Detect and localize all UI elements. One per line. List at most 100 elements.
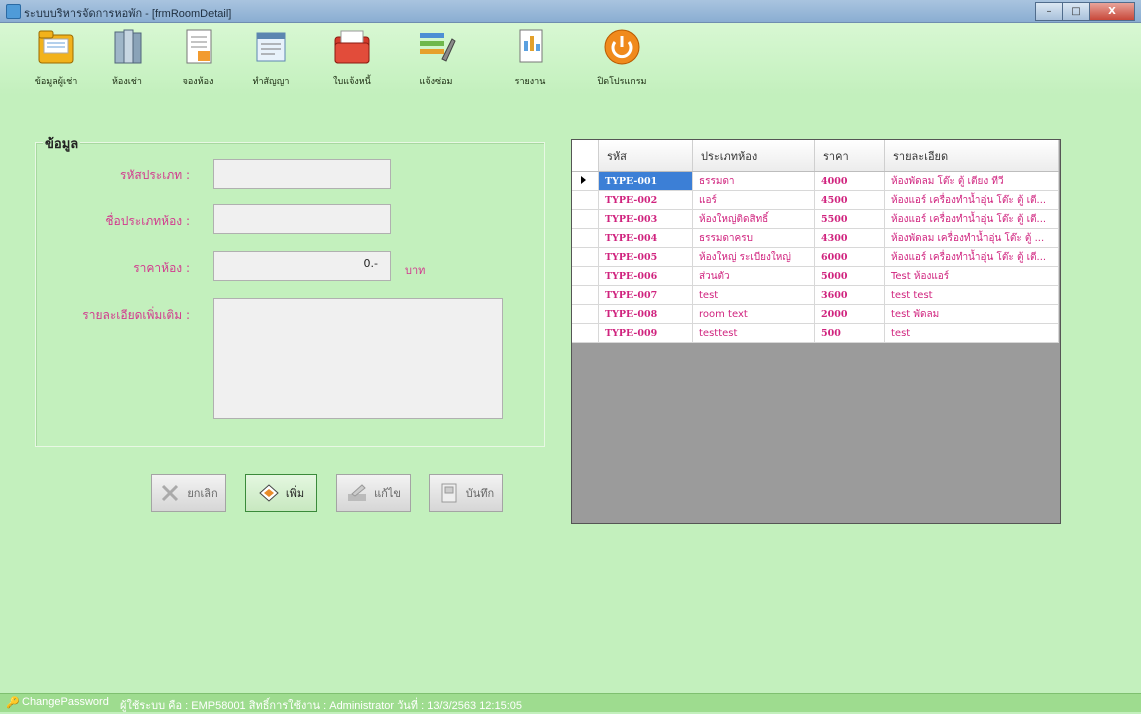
price-input[interactable]: 0.- <box>213 251 391 281</box>
cell-price[interactable]: 3600 <box>814 285 885 305</box>
toolbar-exit[interactable]: ปิดโปรแกรม <box>589 27 655 88</box>
cell-type[interactable]: room text <box>692 304 815 324</box>
cancel-button[interactable]: ยกเลิก <box>151 474 226 512</box>
detail-label: รายละเอียดเพิ่มเติม : <box>82 308 190 322</box>
type-code-label: รหัสประเภท : <box>120 168 190 182</box>
cell-type[interactable]: แอร์ <box>692 190 815 210</box>
cell-type[interactable]: testtest <box>692 323 815 343</box>
row-selector[interactable] <box>572 247 599 267</box>
cell-code[interactable]: TYPE-007 <box>598 285 693 305</box>
cell-detail[interactable]: test พัดลม <box>884 304 1059 324</box>
cell-price[interactable]: 4500 <box>814 190 885 210</box>
type-code-input[interactable] <box>213 159 391 189</box>
table-row[interactable]: TYPE-003 ห้องใหญ่ติดสิทธิ์ 5500 ห้องแอร์… <box>572 209 1059 229</box>
row-selector[interactable] <box>572 190 599 210</box>
room-type-grid[interactable]: รหัส ประเภทห้อง ราคา รายละเอียด TYPE-001… <box>571 139 1061 524</box>
cell-detail[interactable]: ห้องพัดลม เครื่องทำน้ำอุ่น โต๊ะ ตู้ ... <box>884 228 1059 248</box>
toolbar-contract[interactable]: ทำสัญญา <box>238 27 304 88</box>
column-header-detail[interactable]: รายละเอียด <box>884 140 1059 172</box>
row-selector[interactable] <box>572 304 599 324</box>
room-type-table: รหัส ประเภทห้อง ราคา รายละเอียด TYPE-001… <box>572 140 1059 343</box>
change-password-link[interactable]: ChangePassword <box>22 696 109 708</box>
toolbar-tenant-info[interactable]: ข้อมูลผู้เช่า <box>23 27 89 88</box>
edit-icon <box>346 482 368 504</box>
cell-code[interactable]: TYPE-001 <box>598 171 693 191</box>
column-header-code[interactable]: รหัส <box>598 140 693 172</box>
row-selector[interactable] <box>572 228 599 248</box>
toolbar-label: ห้องเช่า <box>112 77 142 87</box>
current-row-arrow-icon <box>581 175 586 184</box>
title-bar: ระบบบริหารจัดการหอพัก - [frmRoomDetail] … <box>0 0 1141 23</box>
invoice-folder-icon <box>332 27 372 67</box>
cell-code[interactable]: TYPE-004 <box>598 228 693 248</box>
toolbar-report[interactable]: รายงาน <box>497 27 563 88</box>
cell-detail[interactable]: ห้องแอร์ เครื่องทำน้ำอุ่น โต๊ะ ตู้ เตี..… <box>884 190 1059 210</box>
cell-price[interactable]: 4000 <box>814 171 885 191</box>
cell-detail[interactable]: ห้องแอร์ เครื่องทำน้ำอุ่น โต๊ะ ตู้ เตี..… <box>884 209 1059 229</box>
document-icon <box>178 27 218 67</box>
cell-detail[interactable]: test test <box>884 285 1059 305</box>
cell-code[interactable]: TYPE-005 <box>598 247 693 267</box>
table-row[interactable]: TYPE-004 ธรรมดาครบ 4300 ห้องพัดลม เครื่อ… <box>572 228 1059 248</box>
table-row[interactable]: TYPE-001 ธรรมดา 4000 ห้องพัดลม โต๊ะ ตู้ … <box>572 171 1059 191</box>
table-row[interactable]: TYPE-005 ห้องใหญ่ ระเบียงใหญ่ 6000 ห้องแ… <box>572 247 1059 267</box>
cell-type[interactable]: ธรรมดา <box>692 171 815 191</box>
tools-icon <box>416 27 456 67</box>
cell-detail[interactable]: ห้องแอร์ เครื่องทำน้ำอุ่น โต๊ะ ตู้ เตี..… <box>884 247 1059 267</box>
cell-price[interactable]: 6000 <box>814 247 885 267</box>
toolbar-repair[interactable]: แจ้งซ่อม <box>403 27 469 88</box>
cell-detail[interactable]: Test ห้องแอร์ <box>884 266 1059 286</box>
column-header-type[interactable]: ประเภทห้อง <box>692 140 815 172</box>
toolbar-label: ทำสัญญา <box>252 77 290 87</box>
cell-price[interactable]: 5000 <box>814 266 885 286</box>
column-header-price[interactable]: ราคา <box>814 140 885 172</box>
cell-type[interactable]: ห้องใหญ่ ระเบียงใหญ่ <box>692 247 815 267</box>
detail-textarea[interactable] <box>213 298 503 419</box>
row-selector[interactable] <box>572 323 599 343</box>
type-name-input[interactable] <box>213 204 391 234</box>
cell-detail[interactable]: test <box>884 323 1059 343</box>
price-value: 0.- <box>363 257 378 270</box>
cell-code[interactable]: TYPE-008 <box>598 304 693 324</box>
row-selector[interactable] <box>572 285 599 305</box>
cell-price[interactable]: 5500 <box>814 209 885 229</box>
toolbar-label: รายงาน <box>514 77 546 87</box>
cell-type[interactable]: ห้องใหญ่ติดสิทธิ์ <box>692 209 815 229</box>
cell-type[interactable]: ส่วนตัว <box>692 266 815 286</box>
close-button[interactable]: X <box>1089 2 1135 21</box>
row-selector[interactable] <box>572 209 599 229</box>
edit-label: แก้ไข <box>374 487 401 500</box>
cell-price[interactable]: 500 <box>814 323 885 343</box>
add-icon <box>258 482 280 504</box>
table-row[interactable]: TYPE-009 testtest 500 test <box>572 323 1059 343</box>
table-row[interactable]: TYPE-007 test 3600 test test <box>572 285 1059 305</box>
cell-code[interactable]: TYPE-006 <box>598 266 693 286</box>
cell-code[interactable]: TYPE-002 <box>598 190 693 210</box>
add-button[interactable]: เพิ่ม <box>245 474 317 512</box>
minimize-button[interactable]: – <box>1035 2 1063 21</box>
table-row[interactable]: TYPE-006 ส่วนตัว 5000 Test ห้องแอร์ <box>572 266 1059 286</box>
cell-price[interactable]: 4300 <box>814 228 885 248</box>
cell-code[interactable]: TYPE-003 <box>598 209 693 229</box>
toolbar-rooms[interactable]: ห้องเช่า <box>94 27 160 88</box>
edit-button[interactable]: แก้ไข <box>336 474 411 512</box>
cell-detail[interactable]: ห้องพัดลม โต๊ะ ตู้ เตียง ทีวี <box>884 171 1059 191</box>
table-row[interactable]: TYPE-002 แอร์ 4500 ห้องแอร์ เครื่องทำน้ำ… <box>572 190 1059 210</box>
app-icon <box>6 4 21 19</box>
cell-type[interactable]: ธรรมดาครบ <box>692 228 815 248</box>
row-selector[interactable] <box>572 266 599 286</box>
toolbar-booking[interactable]: จองห้อง <box>165 27 231 88</box>
toolbar-label: แจ้งซ่อม <box>419 77 453 87</box>
row-selector[interactable] <box>572 171 599 191</box>
cell-type[interactable]: test <box>692 285 815 305</box>
toolbar-invoice[interactable]: ใบแจ้งหนี้ <box>319 27 385 88</box>
save-button[interactable]: บันทึก <box>429 474 503 512</box>
cell-code[interactable]: TYPE-009 <box>598 323 693 343</box>
table-row[interactable]: TYPE-008 room text 2000 test พัดลม <box>572 304 1059 324</box>
cell-price[interactable]: 2000 <box>814 304 885 324</box>
maximize-button[interactable]: □ <box>1062 2 1090 21</box>
books-icon <box>107 27 147 67</box>
toolbar-label: ใบแจ้งหนี้ <box>333 77 371 87</box>
window-controls: – □ X <box>1035 2 1135 21</box>
add-label: เพิ่ม <box>285 487 305 500</box>
